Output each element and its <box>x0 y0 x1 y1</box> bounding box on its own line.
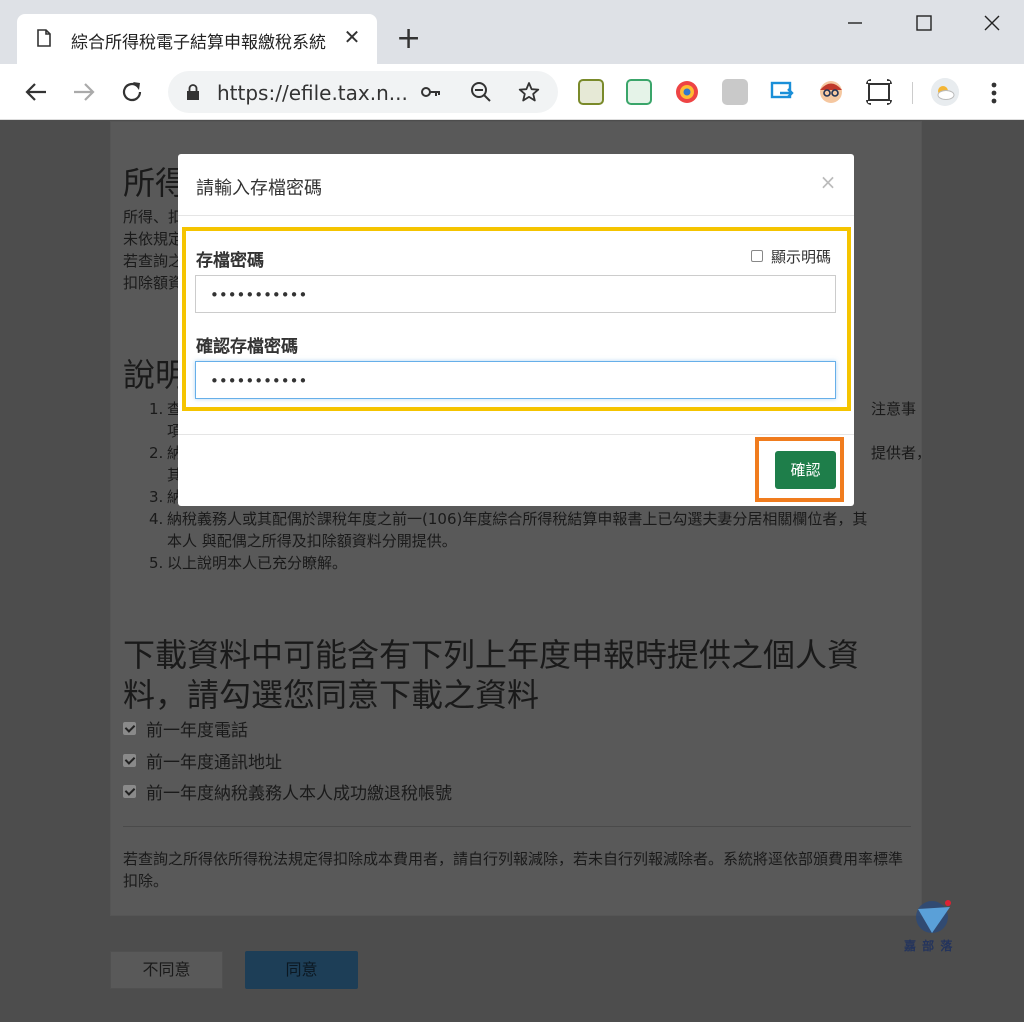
extension-screen-share-icon[interactable] <box>770 79 796 105</box>
intro-line-2: 未依規定 <box>123 230 184 248</box>
footer-note: 若查詢之所得依所得稅法規定得扣除成本費用者，請自行列報減除，若未自行列報減除者。… <box>123 850 904 890</box>
checkbox-address[interactable]: 前一年度通訊地址 <box>123 748 282 773</box>
password-label: 存檔密碼 <box>196 251 264 271</box>
list-num-4: 4. <box>149 510 164 528</box>
extension-mail-icon[interactable] <box>626 79 652 105</box>
browser-tab[interactable]: 綜合所得稅電子結算申報繳稅系統 ✕ <box>17 14 377 64</box>
extension-notes-icon[interactable] <box>578 79 604 105</box>
tab-title: 綜合所得稅電子結算申報繳稅系統 <box>71 33 326 53</box>
extension-web-icon[interactable] <box>674 79 700 105</box>
lock-icon[interactable] <box>186 84 200 100</box>
minimize-icon[interactable] <box>834 10 874 38</box>
agree-button[interactable]: 同意 <box>245 951 358 989</box>
address-bar[interactable]: https://efile.tax.n... <box>168 71 558 113</box>
list-num-3: 3. <box>149 488 164 506</box>
intro-line-1: 所得、扣 <box>123 208 184 226</box>
checkbox-checked-icon[interactable] <box>123 722 136 735</box>
browser-menu-icon[interactable] <box>984 80 1004 106</box>
watermark-text: 嘉 部 落 <box>904 939 954 953</box>
document-icon <box>37 29 51 47</box>
extension-screenshot-icon[interactable] <box>866 79 892 105</box>
confirm-password-label: 確認存檔密碼 <box>196 337 298 357</box>
list-tail-1: 注意事 <box>871 400 917 418</box>
confirm-password-input[interactable]: ••••••••••• <box>195 361 836 399</box>
reload-icon[interactable] <box>118 78 146 106</box>
checkbox-phone-label: 前一年度電話 <box>146 721 248 741</box>
browser-tabstrip: 綜合所得稅電子結算申報繳稅系統 ✕ + <box>0 0 1024 64</box>
list-tail-2: 提供者， <box>871 444 932 462</box>
tab-close-icon[interactable]: ✕ <box>341 26 363 48</box>
list-text-5: 以上說明本人已充分瞭解。 <box>167 554 348 572</box>
show-password-checkbox[interactable] <box>751 250 763 262</box>
show-password-toggle[interactable]: 顯示明碼 <box>751 246 831 267</box>
key-icon[interactable] <box>420 81 442 103</box>
modal-footer-divider <box>178 434 854 435</box>
back-arrow-icon[interactable] <box>22 78 50 106</box>
new-tab-button[interactable]: + <box>396 24 421 54</box>
toolbar-separator <box>912 82 913 104</box>
profile-avatar[interactable] <box>931 78 959 106</box>
zoom-out-icon[interactable] <box>470 81 492 103</box>
checkbox-bank-account[interactable]: 前一年度納稅義務人本人成功繳退稅帳號 <box>123 779 452 804</box>
disagree-button[interactable]: 不同意 <box>110 951 223 989</box>
modal-header: 請輸入存檔密碼 × <box>178 154 854 216</box>
password-input[interactable]: ••••••••••• <box>195 275 836 313</box>
modal-title: 請輸入存檔密碼 <box>196 178 322 199</box>
maximize-icon[interactable] <box>904 10 944 38</box>
list-num-2: 2. <box>149 444 164 462</box>
bookmark-star-icon[interactable] <box>518 81 540 103</box>
page-divider <box>123 826 911 827</box>
confirm-button[interactable]: 確認 <box>775 451 836 489</box>
checkbox-checked-icon[interactable] <box>123 785 136 798</box>
url-text[interactable]: https://efile.tax.n... <box>217 81 408 105</box>
close-window-icon[interactable] <box>972 10 1012 38</box>
checkbox-bank-account-label: 前一年度納稅義務人本人成功繳退稅帳號 <box>146 784 452 804</box>
list-num-5: 5. <box>149 554 164 572</box>
forward-arrow-icon[interactable] <box>70 78 98 106</box>
intro-line-4: 扣除額資 <box>123 274 184 292</box>
checkbox-checked-icon[interactable] <box>123 754 136 767</box>
browser-toolbar: https://efile.tax.n... <box>0 64 1024 120</box>
intro-line-3: 若查詢之 <box>123 252 184 270</box>
list-num-1: 1. <box>149 400 164 418</box>
extension-briefcase-icon[interactable] <box>722 79 748 105</box>
password-modal: 請輸入存檔密碼 × 存檔密碼 顯示明碼 ••••••••••• 確認存檔密碼 •… <box>178 154 854 506</box>
checkbox-phone[interactable]: 前一年度電話 <box>123 716 248 741</box>
list-text-4: 納稅義務人或其配偶於課稅年度之前一(106)年度綜合所得稅結算申報書上已勾選夫妻… <box>167 510 868 528</box>
extension-avatar-icon[interactable] <box>818 79 844 105</box>
modal-close-icon[interactable]: × <box>818 170 838 194</box>
list-line2-4: 本人 與配偶之所得及扣除額資料分開提供。 <box>167 532 457 550</box>
page-heading-3-line2: 料，請勾選您同意下載之資料 <box>123 676 540 714</box>
checkbox-address-label: 前一年度通訊地址 <box>146 753 282 773</box>
show-password-label: 顯示明碼 <box>771 248 832 266</box>
